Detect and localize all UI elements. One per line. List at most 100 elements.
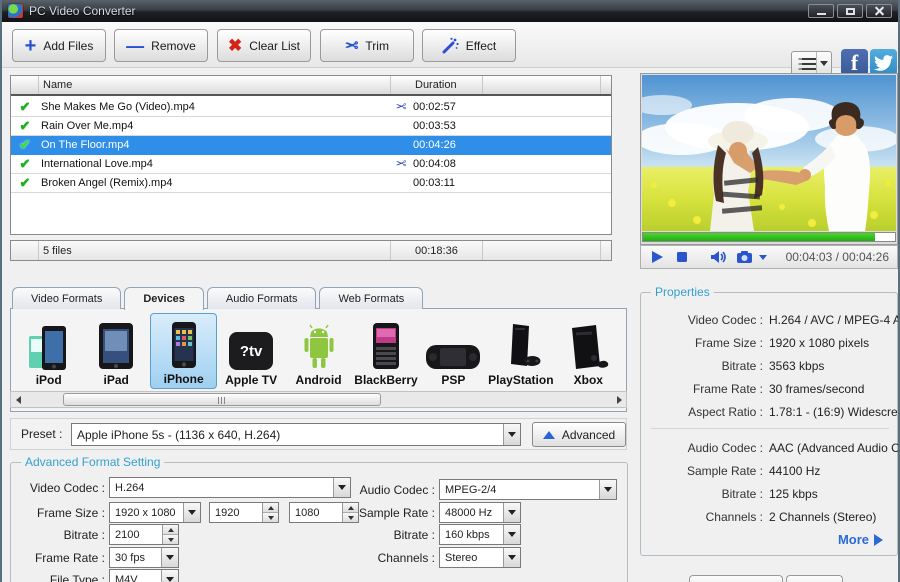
scroll-left-icon[interactable] xyxy=(11,392,25,407)
audio-codec-select[interactable]: MPEG-2/4 xyxy=(439,479,617,500)
frame-rate-label: Frame Rate : xyxy=(19,551,105,565)
toolbar: + Add Files — Remove ✖ Clear List ✂ Trim… xyxy=(2,22,898,68)
file-name: She Makes Me Go (Video).mp4 xyxy=(39,101,391,113)
scroll-right-icon[interactable] xyxy=(612,392,626,407)
volume-button[interactable] xyxy=(710,250,726,264)
chevron-down-icon[interactable] xyxy=(183,503,200,522)
minimize-button[interactable] xyxy=(808,4,834,18)
file-list-header[interactable]: Name Duration xyxy=(11,76,611,96)
list-view-icon xyxy=(792,52,817,75)
device-scrollbar[interactable] xyxy=(10,391,627,408)
snapshot-menu-icon[interactable] xyxy=(759,255,767,260)
bottom-cut-button[interactable] xyxy=(689,575,783,582)
frame-rate-select[interactable]: 30 fps xyxy=(109,547,179,568)
seek-progress xyxy=(643,233,875,241)
device-item-ipod[interactable]: iPod xyxy=(15,313,82,389)
device-item-blackberry[interactable]: BlackBerry xyxy=(352,313,419,389)
scissors-icon: ✂ xyxy=(345,36,358,56)
video-preview[interactable] xyxy=(640,73,898,245)
file-row[interactable]: ✔ International Love.mp4 ✂ 00:04:08 xyxy=(11,155,611,174)
device-item-ipad[interactable]: iPad xyxy=(82,313,149,389)
trim-label: Trim xyxy=(365,39,389,53)
prop-value: AAC (Advanced Audio Coding) xyxy=(769,441,900,455)
prop-label: Audio Codec : xyxy=(645,441,763,455)
device-item-playstation[interactable]: PlayStation xyxy=(487,313,554,389)
file-duration: 00:02:57 xyxy=(411,101,456,113)
frame-height-stepper[interactable]: 1080 xyxy=(289,502,359,523)
remove-label: Remove xyxy=(151,39,196,53)
trim-button[interactable]: ✂ Trim xyxy=(320,29,414,62)
plus-icon: + xyxy=(25,39,37,53)
frame-size-select[interactable]: 1920 x 1080 xyxy=(109,502,201,523)
file-row[interactable]: ✔ She Makes Me Go (Video).mp4 ✂ 00:02:57 xyxy=(11,98,611,117)
bitrate-stepper[interactable]: 2100 xyxy=(109,524,179,545)
tab-devices[interactable]: Devices xyxy=(124,287,204,310)
chevron-down-icon[interactable] xyxy=(503,548,520,567)
file-list: Name Duration ✔ She Makes Me Go (Video).… xyxy=(10,75,612,235)
file-list-footer: 5 files 00:18:36 xyxy=(10,240,612,261)
remove-button[interactable]: — Remove xyxy=(114,29,208,62)
file-row-selected[interactable]: ✔ On The Floor.mp4 00:04:26 xyxy=(11,136,611,155)
file-duration: 00:03:53 xyxy=(411,120,456,132)
video-codec-select[interactable]: H.264 xyxy=(109,477,351,498)
maximize-button[interactable] xyxy=(837,4,863,18)
prop-value: 1.78:1 - (16:9) Widescreen xyxy=(769,405,900,419)
preset-select[interactable]: Apple iPhone 5s - (1136 x 640, H.264) xyxy=(71,423,521,446)
add-files-button[interactable]: + Add Files xyxy=(12,29,106,62)
twitter-button[interactable] xyxy=(870,49,897,76)
minimize-icon xyxy=(817,13,826,15)
video-codec-label: Video Codec : xyxy=(19,481,105,495)
channels-select[interactable]: Stereo xyxy=(439,547,521,568)
tab-web-formats[interactable]: Web Formats xyxy=(319,287,423,309)
tab-audio-formats[interactable]: Audio Formats xyxy=(207,287,317,309)
spin-down-icon[interactable] xyxy=(263,513,278,522)
chevron-down-icon[interactable] xyxy=(333,478,350,497)
file-row[interactable]: ✔ Rain Over Me.mp4 00:03:53 xyxy=(11,117,611,136)
device-item-psp[interactable]: PSP xyxy=(420,313,487,389)
advanced-group-title: Advanced Format Setting xyxy=(21,455,164,469)
sample-rate-select[interactable]: 48000 Hz xyxy=(439,502,521,523)
clear-list-button[interactable]: ✖ Clear List xyxy=(217,29,311,62)
tab-video-formats[interactable]: Video Formats xyxy=(12,287,121,309)
prop-value: 30 frames/second xyxy=(769,382,895,396)
chevron-down-icon[interactable] xyxy=(503,525,520,544)
arrow-right-icon xyxy=(874,534,883,546)
snapshot-button[interactable] xyxy=(736,250,753,264)
spin-down-icon[interactable] xyxy=(163,535,178,544)
chevron-down-icon[interactable] xyxy=(503,424,520,445)
spin-up-icon[interactable] xyxy=(263,503,278,513)
chevron-down-icon[interactable] xyxy=(503,503,520,522)
bitrate-label: Bitrate : xyxy=(19,528,105,542)
chevron-down-icon[interactable] xyxy=(161,570,178,582)
timecode: 00:04:03 / 00:04:26 xyxy=(786,250,889,264)
file-row[interactable]: ✔ Broken Angel (Remix).mp4 00:03:11 xyxy=(11,174,611,193)
effect-button[interactable]: Effect xyxy=(422,29,516,62)
scrollbar-thumb[interactable] xyxy=(63,393,381,406)
file-type-select[interactable]: M4V xyxy=(109,569,179,582)
close-button[interactable] xyxy=(866,4,892,18)
check-icon: ✔ xyxy=(11,175,39,191)
title-bar[interactable]: PC Video Converter xyxy=(2,0,898,22)
more-link[interactable]: More xyxy=(838,532,883,547)
play-button[interactable] xyxy=(650,250,664,264)
window-title: PC Video Converter xyxy=(29,4,136,18)
facebook-button[interactable]: f xyxy=(841,49,868,76)
file-count: 5 files xyxy=(43,245,72,257)
device-item-android[interactable]: Android xyxy=(285,313,352,389)
bottom-cut-button[interactable] xyxy=(786,575,843,582)
advanced-button[interactable]: Advanced xyxy=(532,422,626,447)
prop-value: 1920 x 1080 pixels xyxy=(769,336,895,350)
chevron-down-icon[interactable] xyxy=(161,548,178,567)
stop-button[interactable] xyxy=(676,251,688,263)
device-item-apple-tv[interactable]: ?tv Apple TV xyxy=(217,313,284,389)
magic-wand-icon xyxy=(442,37,459,54)
spin-up-icon[interactable] xyxy=(163,525,178,535)
audio-bitrate-select[interactable]: 160 kbps xyxy=(439,524,521,545)
frame-width-stepper[interactable]: 1920 xyxy=(209,502,279,523)
file-name: Broken Angel (Remix).mp4 xyxy=(39,177,391,189)
chevron-down-icon[interactable] xyxy=(599,480,616,499)
device-item-iphone-selected[interactable]: iPhone xyxy=(150,313,218,389)
device-item-xbox[interactable]: Xbox xyxy=(555,313,622,389)
seek-bar[interactable] xyxy=(642,232,896,242)
divider xyxy=(651,428,889,429)
